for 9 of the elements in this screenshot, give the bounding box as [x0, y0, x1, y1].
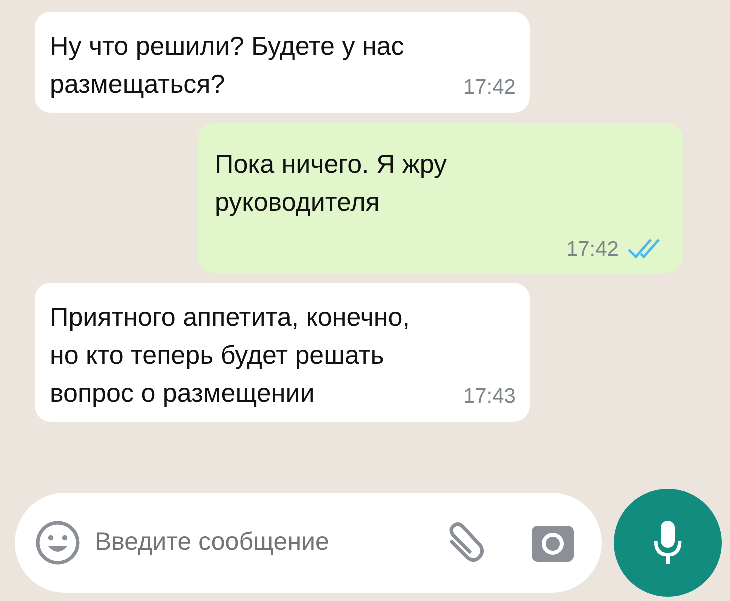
message-time: 17:43 — [463, 384, 516, 410]
message-time: 17:42 — [463, 74, 516, 100]
message-text: Пока ничего. Я жру руководителя — [215, 148, 448, 219]
microphone-icon — [653, 521, 683, 565]
message-text: Приятного аппетита, конечно, но кто теперь будет решать вопрос о размещении — [50, 301, 411, 410]
message-time: 17:42 — [566, 236, 619, 262]
emoji-icon[interactable] — [35, 520, 81, 566]
message-input-field[interactable]: Введите сообщение — [95, 524, 395, 562]
message-text: Ну что решили? Будете у нас размещаться? — [50, 30, 406, 101]
